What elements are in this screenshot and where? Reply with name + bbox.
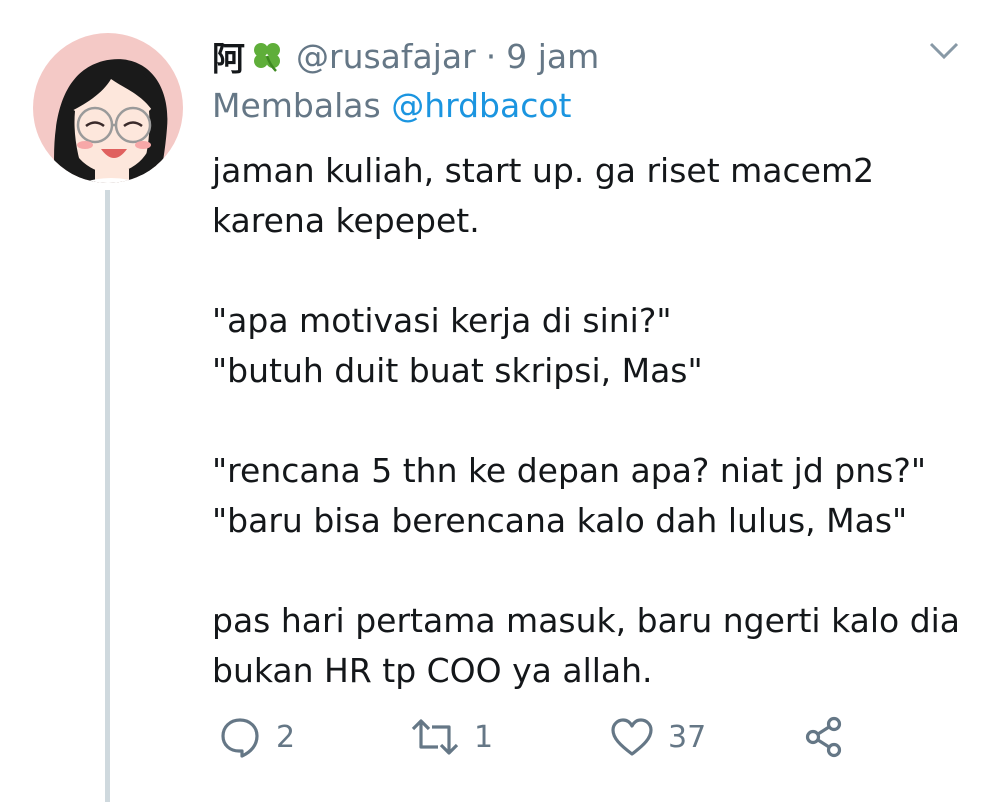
like-count: 37: [668, 719, 707, 755]
separator: ·: [485, 36, 497, 76]
share-icon: [802, 715, 846, 759]
reply-count: 2: [276, 719, 296, 755]
tweet-paragraph: jaman kuliah, start up. ga riset macem2 …: [212, 151, 875, 240]
reply-icon: [218, 715, 262, 759]
tweet-paragraph: "rencana 5 thn ke depan apa? niat jd pns…: [212, 451, 927, 540]
retweet-count: 1: [474, 719, 494, 755]
tweet-paragraph: pas hari pertama masuk, baru ngerti kalo…: [212, 601, 961, 690]
share-button[interactable]: [802, 712, 846, 762]
tweet-paragraph: "apa motivasi kerja di sini?" "butuh dui…: [212, 301, 703, 390]
timestamp[interactable]: 9 jam: [506, 37, 599, 76]
reply-button[interactable]: 2: [218, 712, 295, 762]
avatar[interactable]: [33, 33, 183, 183]
user-handle[interactable]: @rusafajar: [296, 37, 476, 76]
tweet-text: jaman kuliah, start up. ga riset macem2 …: [212, 146, 972, 696]
tweet-header: 阿 @rusafajar · 9 jam: [212, 33, 599, 79]
reply-prefix: Membalas: [212, 86, 381, 125]
thread-line: [105, 190, 110, 802]
four-leaf-clover-icon: [250, 39, 284, 73]
chevron-down-icon[interactable]: [928, 40, 960, 62]
display-name[interactable]: 阿: [212, 32, 246, 80]
avatar-illustration: [54, 59, 168, 183]
action-bar: 2 1 37: [212, 712, 872, 762]
tweet: 阿 @rusafajar · 9 jam Membalas @hrdbacot …: [0, 0, 1000, 802]
reply-mention-link[interactable]: @hrdbacot: [391, 86, 571, 125]
retweet-button[interactable]: 1: [410, 712, 493, 762]
reply-context: Membalas @hrdbacot: [212, 86, 571, 125]
heart-icon: [610, 717, 654, 757]
retweet-icon: [410, 717, 460, 757]
like-button[interactable]: 37: [610, 712, 706, 762]
